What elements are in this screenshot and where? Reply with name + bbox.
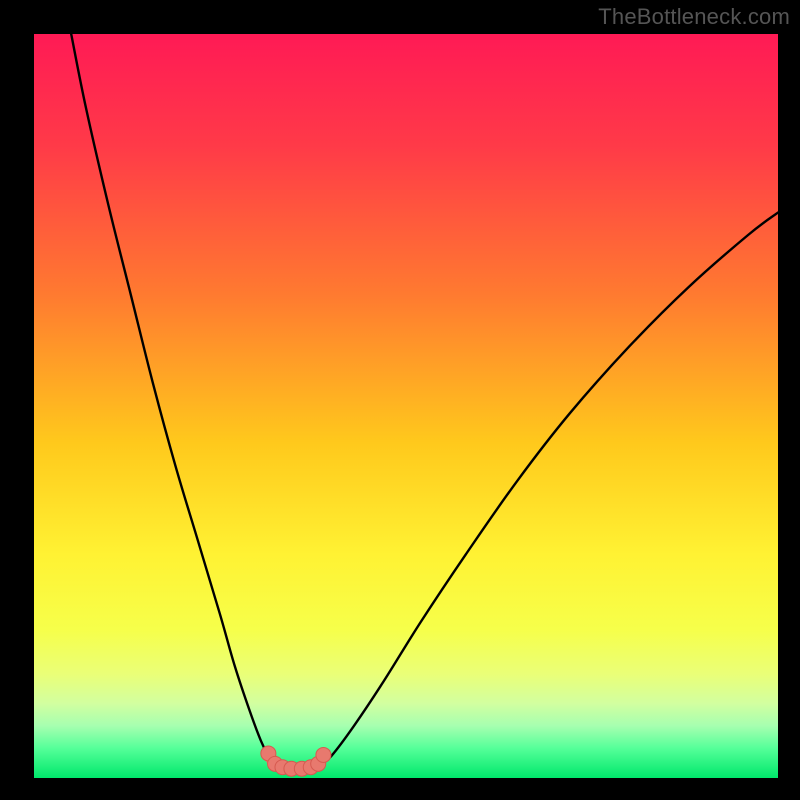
plot-area [34, 34, 778, 778]
marker-dot [316, 747, 331, 762]
gradient-background [34, 34, 778, 778]
attribution-label: TheBottleneck.com [598, 4, 790, 30]
chart-svg [34, 34, 778, 778]
chart-frame: TheBottleneck.com [0, 0, 800, 800]
